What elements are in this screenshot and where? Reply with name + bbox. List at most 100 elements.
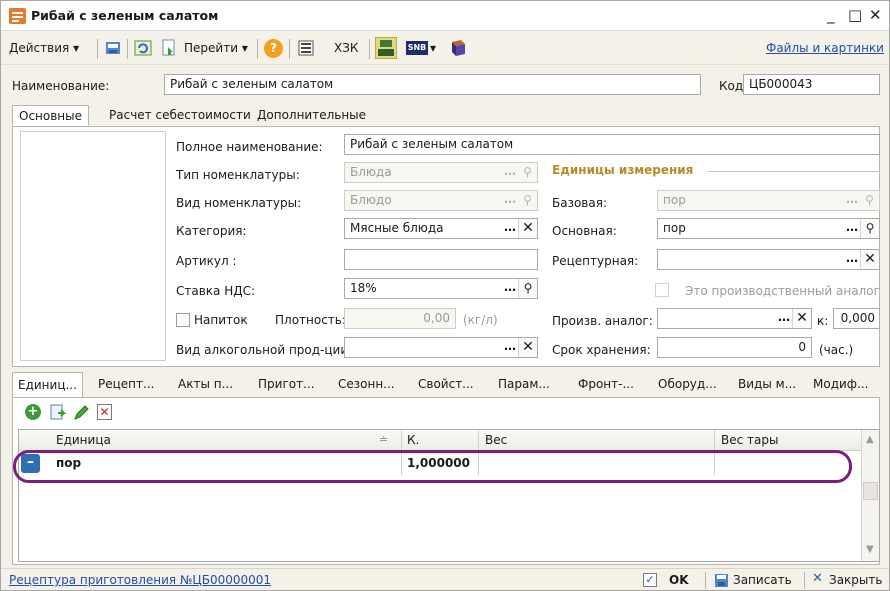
tab-modifiers[interactable]: Модиф... xyxy=(808,372,874,397)
clear-x-icon[interactable]: ✕ xyxy=(792,309,811,328)
full-name-label: Полное наименование: xyxy=(176,140,323,154)
title-bar: Рибай с зеленым салатом _ □ ✕ xyxy=(1,1,889,31)
help-icon[interactable]: ? xyxy=(264,39,283,58)
select-button[interactable]: … xyxy=(502,279,518,298)
maximize-button[interactable]: □ xyxy=(848,6,862,24)
select-button[interactable]: … xyxy=(776,309,792,328)
tab-properties[interactable]: Свойст... xyxy=(413,372,479,397)
search-icon[interactable]: ⚲ xyxy=(860,191,879,210)
density-input[interactable]: 0,00 xyxy=(344,308,456,329)
code-input[interactable]: ЦБ000043 xyxy=(743,74,880,95)
select-button[interactable]: … xyxy=(502,219,518,238)
article-label: Артикул : xyxy=(176,254,237,268)
tab-additional[interactable]: Дополнительные xyxy=(251,105,372,126)
save-button[interactable]: Записать xyxy=(733,573,792,587)
select-button[interactable]: … xyxy=(502,163,518,182)
search-icon[interactable]: ⚲ xyxy=(518,163,537,182)
ok-check-icon[interactable]: ✓ xyxy=(643,573,657,587)
save-disk-icon[interactable] xyxy=(714,573,729,588)
table-header: Единица ≐ К. Вес Вес тары xyxy=(19,430,861,451)
search-icon[interactable]: ⚲ xyxy=(518,279,537,298)
column-divider xyxy=(401,430,402,451)
scroll-down-icon[interactable]: ▼ xyxy=(866,544,874,555)
column-header-tare-weight[interactable]: Вес тары xyxy=(721,433,778,447)
tab-units[interactable]: Единиц... xyxy=(12,372,83,399)
clear-x-icon[interactable]: ✕ xyxy=(518,219,537,238)
goto-document-icon[interactable] xyxy=(160,39,178,57)
search-icon[interactable]: ⚲ xyxy=(518,191,537,210)
ok-button[interactable]: OK xyxy=(669,573,689,587)
tab-parameters[interactable]: Парам... xyxy=(493,372,555,397)
name-input[interactable]: Рибай с зеленым салатом xyxy=(164,74,701,95)
k-input[interactable]: 0,000 xyxy=(833,308,880,329)
shelf-life-label: Срок хранения: xyxy=(552,343,651,357)
actions-menu-label: Действия xyxy=(9,41,70,55)
tab-front[interactable]: Фронт-... xyxy=(573,372,639,397)
files-and-pictures-link[interactable]: Файлы и картинки xyxy=(766,41,884,55)
select-button[interactable]: … xyxy=(502,338,518,357)
dropdown-arrow-icon: ▾ xyxy=(241,41,248,55)
dropdown-arrow-icon: ▾ xyxy=(73,41,80,55)
snb-badge[interactable]: SNB xyxy=(406,41,428,55)
item-form-window: Рибай с зеленым салатом _ □ ✕ Действия ▾… xyxy=(0,0,890,591)
recipe-link[interactable]: Рецептура приготовления №ЦБ00000001 xyxy=(9,573,271,587)
vertical-scrollbar[interactable]: ▲ ▼ xyxy=(861,430,879,561)
prod-analog-label: Произв. аналог: xyxy=(552,314,653,328)
column-header-k[interactable]: К. xyxy=(407,433,419,447)
edit-pencil-icon[interactable] xyxy=(73,405,89,421)
shelf-life-unit: (час.) xyxy=(819,343,854,357)
article-input[interactable] xyxy=(344,249,538,270)
save-to-list-icon[interactable] xyxy=(104,39,122,57)
nomenclature-type-label: Тип номенклатуры: xyxy=(176,168,300,182)
delete-icon[interactable]: ✕ xyxy=(97,404,112,420)
sort-icon[interactable]: ≐ xyxy=(379,433,388,446)
select-button[interactable]: … xyxy=(844,191,860,210)
close-window-button[interactable]: ✕ xyxy=(869,6,882,24)
book-icon[interactable] xyxy=(449,39,467,57)
section-divider xyxy=(708,171,880,172)
tab-recipes[interactable]: Рецепт... xyxy=(93,372,159,397)
clear-x-icon[interactable]: ✕ xyxy=(518,338,537,357)
status-separator xyxy=(804,572,805,589)
select-button[interactable]: … xyxy=(844,219,860,238)
toolbar-separator xyxy=(369,39,370,59)
copy-icon[interactable] xyxy=(49,404,66,421)
select-button[interactable]: … xyxy=(502,191,518,210)
close-button[interactable]: Закрыть xyxy=(829,573,882,587)
tab-seasonal[interactable]: Сезонн... xyxy=(333,372,400,397)
tab-main[interactable]: Основные xyxy=(12,105,90,126)
search-icon[interactable]: ⚲ xyxy=(860,219,879,238)
k-label: к: xyxy=(817,314,829,328)
add-icon[interactable]: + xyxy=(25,404,41,420)
tab-preparation[interactable]: Пригот... xyxy=(253,372,320,397)
tab-menu-types[interactable]: Виды м... xyxy=(733,372,801,397)
image-placeholder[interactable] xyxy=(20,131,166,361)
base-unit-label: Базовая: xyxy=(552,196,607,210)
close-x-icon[interactable]: ✕ xyxy=(812,572,823,586)
scroll-thumb[interactable] xyxy=(863,482,878,500)
full-name-input[interactable]: Рибай с зеленым салатом xyxy=(344,134,880,155)
dropdown-arrow-icon[interactable]: ▾ xyxy=(430,41,436,55)
tab-cost-calculation[interactable]: Расчет себестоимости xyxy=(103,105,257,126)
window-title: Рибай с зеленым салатом xyxy=(31,8,219,23)
select-button[interactable]: … xyxy=(844,250,860,269)
production-analog-checkbox[interactable] xyxy=(655,283,669,297)
column-header-weight[interactable]: Вес xyxy=(485,433,507,447)
scroll-up-icon[interactable]: ▲ xyxy=(866,434,874,445)
goto-menu[interactable]: Перейти ▾ xyxy=(184,41,248,55)
stamp-icon[interactable] xyxy=(375,37,397,59)
refresh-icon[interactable] xyxy=(134,39,152,57)
column-header-unit[interactable]: Единица xyxy=(56,433,111,447)
row-highlight-annotation xyxy=(13,450,852,483)
drink-checkbox[interactable] xyxy=(176,313,190,327)
tab-equipment[interactable]: Оборуд... xyxy=(653,372,722,397)
shelf-life-input[interactable]: 0 xyxy=(657,337,812,358)
structure-icon[interactable] xyxy=(297,39,315,57)
clear-x-icon[interactable]: ✕ xyxy=(860,250,879,269)
actions-menu[interactable]: Действия ▾ xyxy=(9,41,79,55)
xzk-button[interactable]: ХЗК xyxy=(334,41,358,55)
category-label: Категория: xyxy=(176,224,247,238)
toolbar-separator xyxy=(127,39,128,59)
minimize-button[interactable]: _ xyxy=(827,6,835,24)
tab-acts[interactable]: Акты п... xyxy=(173,372,238,397)
